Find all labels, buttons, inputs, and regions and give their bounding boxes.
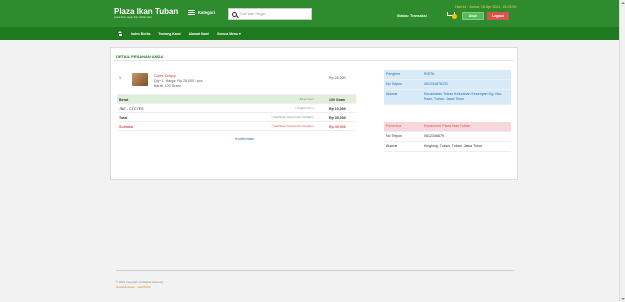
nav-tentang-kami[interactable]: Tentang Kami [158, 32, 180, 36]
total-label: Total [119, 115, 128, 120]
subtotal-note: ( Total Bayar Tanpa Kode Transaksi ) [271, 125, 314, 128]
konfirmasi-link[interactable]: Konfirmasi [235, 136, 254, 141]
ongkir-value: Rp 10,000 [329, 106, 346, 111]
pengirim-value: RISTA [424, 72, 435, 76]
current-datetime: Hari ini : Jumat, 16 Apr 2021, 15:23:00 [455, 5, 517, 9]
courier-label: JNE - CTCYES [119, 106, 144, 111]
footer-divider [116, 270, 514, 271]
penerima-alamat-label: Alamat [386, 144, 398, 148]
akun-button[interactable]: Akun [462, 12, 484, 20]
ongkir-row: JNE - CTCYES ( Ongkos Kirim ) Rp 10,000 [117, 104, 356, 113]
nav-semua-menu[interactable]: Semua Menu ▾ [217, 32, 241, 36]
status-transaksi: Status: Transaksi [397, 14, 427, 18]
berat-note: ( Berat Total ) [298, 98, 314, 101]
penerima-telp-value: 0812346879 [424, 134, 444, 138]
pengirim-alamat-row: Alamat Kecamatan Tuban Kelurahan Kesenya… [384, 90, 511, 105]
scroll-up-icon[interactable] [621, 2, 625, 4]
product-qty-price: Qty: 1, Harga: Rp 25.000 / pcs [154, 79, 203, 83]
total-value: Rp 35,000 [329, 115, 346, 120]
order-table: 1 Cumi Crispy Qty: 1, Harga: Rp 25.000 /… [117, 70, 356, 131]
search-input[interactable]: Cari Ikan Segar... [228, 8, 312, 20]
nav-index-berita[interactable]: Index Berita [131, 32, 150, 36]
pengirim-card: Pengirim RISTA No Telpon 081234876231 Al… [384, 70, 511, 105]
title-divider [114, 60, 514, 61]
penerima-alamat-value: Kingking, Tuban, Tuban, Jawa Timur [424, 144, 483, 148]
berat-row: Berat ( Berat Total ) 100 Gram [117, 95, 356, 104]
item-number: 1 [119, 76, 121, 80]
pengirim-telp-label: No Telpon [386, 82, 403, 86]
pengirim-row: Pengirim RISTA [384, 70, 511, 80]
subtotal-value: Rp 35,000 [329, 124, 346, 129]
penerima-row: Penerima Konsumen Plaza Ikan Tuban [384, 122, 511, 132]
scroll-down-icon[interactable] [621, 298, 625, 300]
product-price: Rp 25,000 [329, 76, 346, 80]
order-detail-panel: DETAIL PESANAN ANDA 1 Cumi Crispy Qty: 1… [110, 47, 518, 180]
berat-label: Berat [119, 97, 129, 102]
kategori-menu-button[interactable]: Kategori [188, 10, 215, 15]
brand-tagline: pusat ikan segar dan olahan ikan [114, 16, 153, 19]
menu-icon [188, 10, 195, 15]
pengirim-alamat-value: Kecamatan Tuban Kelurahan Kesenyan Gg. N… [424, 92, 503, 101]
main-nav: Index Berita Tentang Kami Alamat Kami Se… [0, 27, 619, 40]
penerima-telp-label: No Telpon [386, 134, 403, 138]
penerima-value: Konsumen Plaza Ikan Tuban [424, 124, 470, 128]
pengirim-telp-row: No Telpon 081234876231 [384, 80, 511, 90]
pengirim-alamat-label: Alamat [386, 92, 398, 96]
penerima-card: Penerima Konsumen Plaza Ikan Tuban No Te… [384, 122, 511, 152]
berat-value: 100 Gram [329, 97, 346, 102]
brand-name: Plaza Ikan Tuban [114, 7, 179, 16]
kategori-label: Kategori [198, 10, 215, 15]
ongkir-note: ( Ongkos Kirim ) [295, 107, 314, 110]
subtotal-row: Subtotal ( Total Bayar Tanpa Kode Transa… [117, 122, 356, 131]
total-row: Total ( Total Bayar Tanpa Kode Transaksi… [117, 113, 356, 122]
penerima-alamat-row: Alamat Kingking, Tuban, Tuban, Jawa Timu… [384, 142, 511, 152]
home-icon[interactable] [118, 31, 123, 36]
search-placeholder: Cari Ikan Segar... [240, 12, 268, 16]
brand-logo[interactable]: Plaza Ikan Tuban pusat ikan segar dan ol… [114, 7, 178, 20]
nav-alamat-kami[interactable]: Alamat Kami [189, 32, 210, 36]
penerima-label: Penerima [386, 124, 402, 128]
page-scrollbar[interactable] [619, 0, 625, 302]
logout-button[interactable]: Logout [487, 12, 509, 20]
penerima-telp-row: No Telpon 0812346879 [384, 132, 511, 142]
footer-credit[interactable]: plazaikantuban - siteDTKA6 [116, 285, 151, 289]
search-icon[interactable] [232, 11, 237, 17]
order-item-row: 1 Cumi Crispy Qty: 1, Harga: Rp 25.000 /… [117, 70, 356, 95]
product-name[interactable]: Cumi Crispy [154, 73, 176, 78]
pengirim-telp-value: 081234876231 [424, 82, 448, 86]
page-title: DETAIL PESANAN ANDA [116, 54, 164, 59]
product-weight: Berat: 100 Gram [154, 84, 181, 88]
product-image[interactable] [132, 73, 148, 86]
subtotal-label: Subtotal [119, 124, 134, 129]
total-note: ( Total Bayar Tanpa Kode Transaksi ) [271, 116, 314, 119]
cart-icon[interactable] [447, 11, 457, 19]
footer-copyright: © 2021 Copyright. All Rights reserved. [116, 280, 164, 284]
top-header: Plaza Ikan Tuban pusat ikan segar dan ol… [0, 0, 619, 27]
cart-badge [452, 14, 457, 19]
pengirim-label: Pengirim [386, 72, 401, 76]
